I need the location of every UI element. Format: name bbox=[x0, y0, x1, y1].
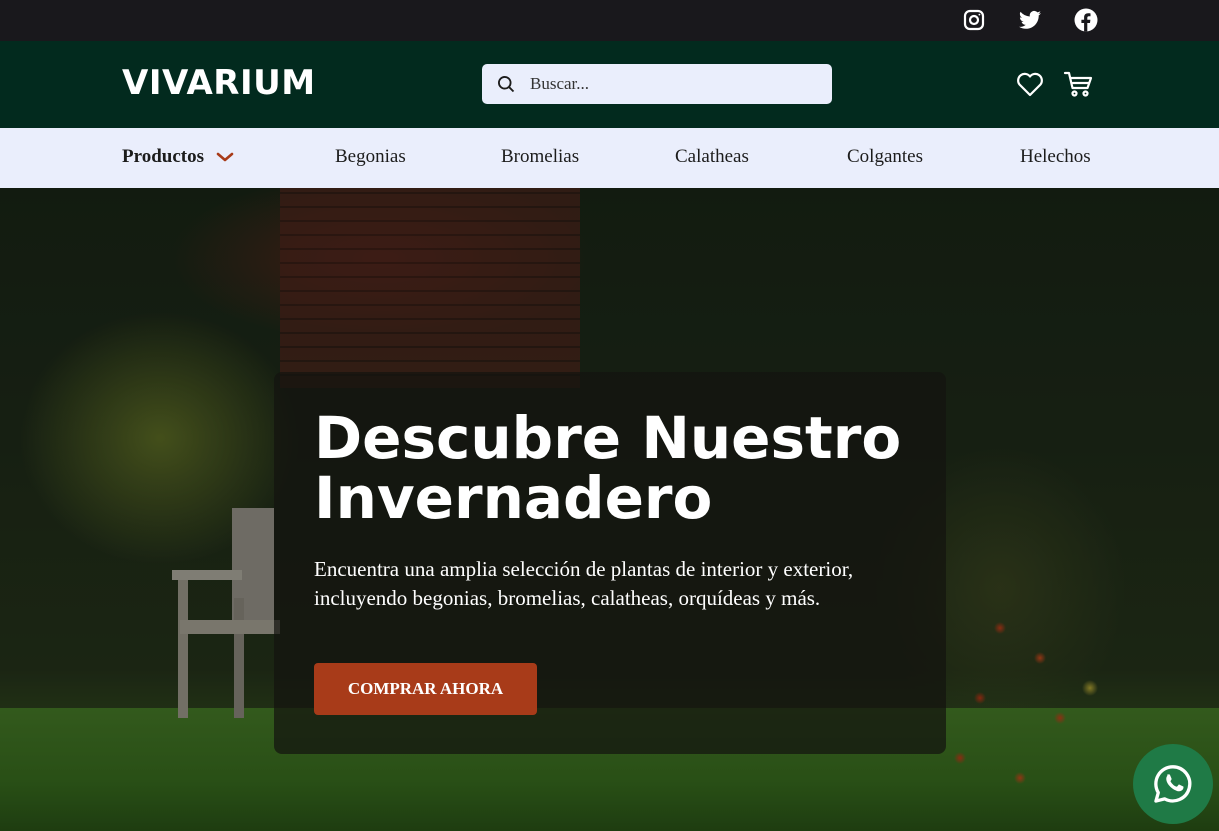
search-input[interactable] bbox=[530, 74, 810, 94]
nav-item-colgantes[interactable]: Colgantes bbox=[847, 146, 923, 168]
heart-icon[interactable] bbox=[1014, 68, 1046, 100]
hero-description: Encuentra una amplia selección de planta… bbox=[314, 557, 854, 610]
nav-item-label: Productos bbox=[122, 146, 204, 167]
nav-item-productos[interactable]: Productos bbox=[122, 146, 234, 168]
nav-item-helechos[interactable]: Helechos bbox=[1020, 146, 1091, 168]
instagram-icon[interactable] bbox=[961, 7, 987, 33]
whatsapp-icon bbox=[1154, 765, 1192, 803]
cart-icon[interactable] bbox=[1062, 68, 1094, 100]
main-nav: Productos Begonias Bromelias Calatheas C… bbox=[0, 128, 1219, 188]
chevron-down-icon bbox=[216, 151, 234, 163]
facebook-icon[interactable] bbox=[1073, 7, 1099, 33]
header: VIVARIUM bbox=[0, 41, 1219, 128]
twitter-icon[interactable] bbox=[1017, 7, 1043, 33]
nav-item-bromelias[interactable]: Bromelias bbox=[501, 146, 579, 168]
search-icon bbox=[496, 74, 516, 94]
social-bar bbox=[0, 0, 1219, 41]
hero-banner: Descubre Nuestro Invernadero Encuentra u… bbox=[0, 188, 1219, 831]
hero-card: Descubre Nuestro Invernadero Encuentra u… bbox=[274, 372, 946, 754]
whatsapp-button[interactable] bbox=[1133, 744, 1213, 824]
nav-item-begonias[interactable]: Begonias bbox=[335, 146, 406, 168]
search-bar[interactable] bbox=[482, 64, 832, 104]
logo[interactable]: VIVARIUM bbox=[122, 63, 316, 103]
shop-now-button[interactable]: COMPRAR AHORA bbox=[314, 663, 537, 715]
hero-title: Descubre Nuestro Invernadero bbox=[314, 404, 902, 532]
nav-item-calatheas[interactable]: Calatheas bbox=[675, 146, 749, 168]
